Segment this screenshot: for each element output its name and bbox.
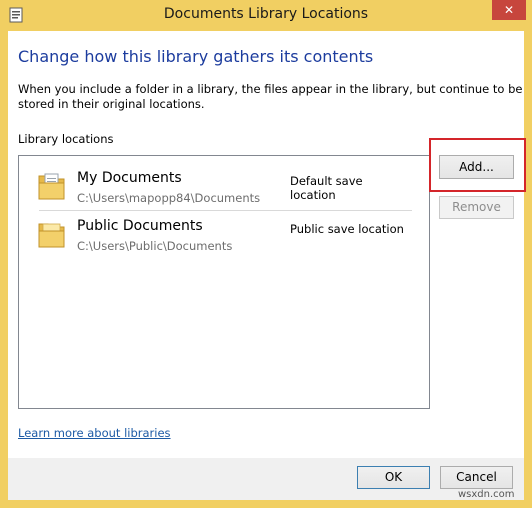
title-bar[interactable]: Documents Library Locations ✕ [0, 0, 532, 31]
list-item[interactable]: My Documents C:\Users\mapopp84\Documents… [37, 164, 411, 210]
location-name: My Documents [77, 170, 182, 186]
location-path: C:\Users\mapopp84\Documents [77, 191, 261, 205]
ok-button[interactable]: OK [357, 466, 430, 489]
library-locations-label: Library locations [18, 132, 114, 146]
add-button[interactable]: Add... [439, 155, 514, 179]
cancel-button[interactable]: Cancel [440, 466, 513, 489]
folder-icon [38, 223, 65, 248]
remove-button[interactable]: Remove [439, 196, 514, 219]
window-title: Documents Library Locations [163, 6, 369, 22]
learn-more-link[interactable]: Learn more about libraries [18, 426, 171, 440]
dialog-window: Documents Library Locations ✕ Change how… [0, 0, 532, 508]
location-path: C:\Users\Public\Documents [77, 239, 233, 253]
dialog-description: When you include a folder in a library, … [18, 82, 523, 111]
list-item[interactable]: Public Documents C:\Users\Public\Documen… [37, 212, 411, 258]
close-icon: ✕ [503, 3, 515, 17]
location-status: Public save location [290, 222, 404, 236]
location-name: Public Documents [77, 218, 203, 234]
dialog-heading: Change how this library gathers its cont… [18, 47, 374, 66]
list-divider [39, 210, 412, 211]
library-locations-list[interactable]: My Documents C:\Users\mapopp84\Documents… [18, 155, 430, 409]
location-status: Default save location [290, 174, 363, 202]
watermark: wsxdn.com [458, 489, 515, 500]
close-button[interactable]: ✕ [492, 0, 526, 20]
folder-documents-icon [38, 173, 65, 200]
